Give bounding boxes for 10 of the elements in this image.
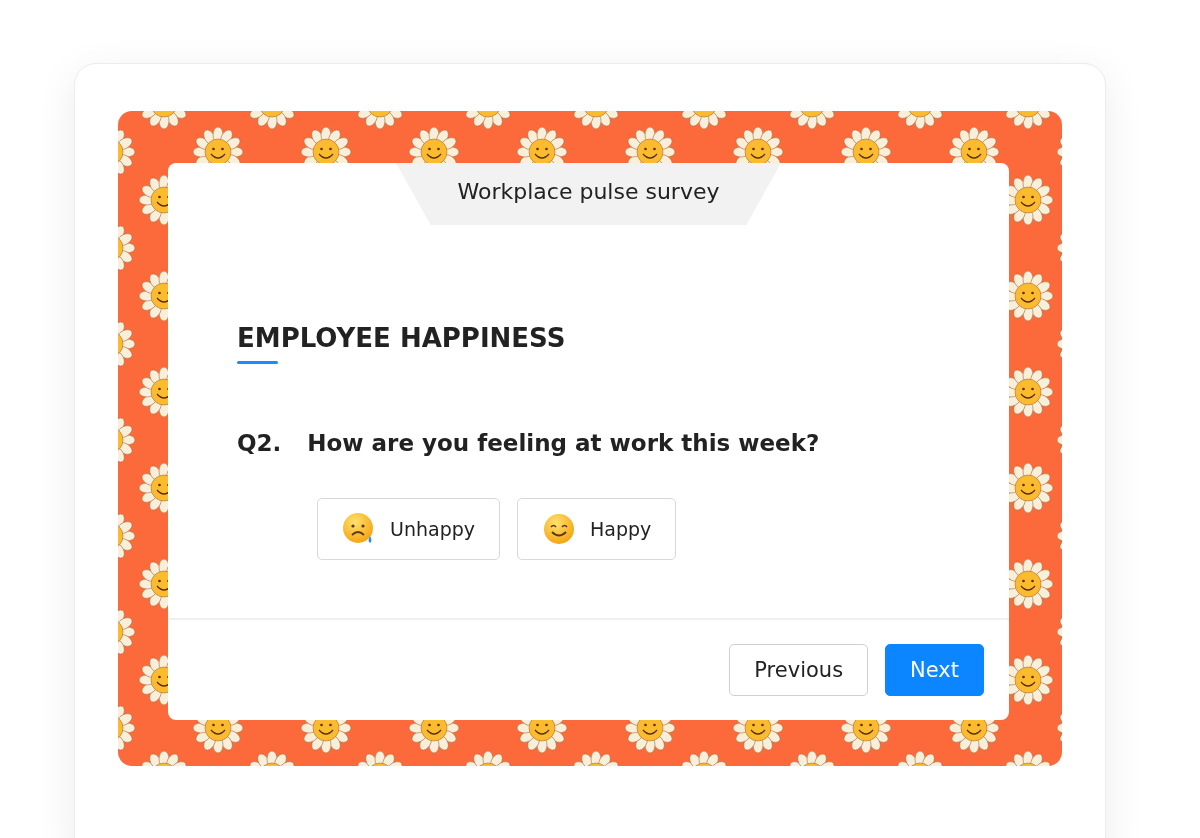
answer-option-button[interactable]: Unhappy [317, 498, 500, 560]
smiling-face-icon [542, 512, 576, 546]
answer-option-button[interactable]: Happy [517, 498, 677, 560]
heading-underline [237, 361, 278, 364]
previous-button[interactable]: Previous [729, 644, 869, 696]
sad-face-icon [342, 512, 376, 546]
next-button[interactable]: Next [885, 644, 984, 696]
question-text: How are you feeling at work this week? [307, 430, 820, 456]
question-number: Q2. [237, 430, 282, 456]
section-heading: EMPLOYEE HAPPINESS [237, 323, 566, 353]
